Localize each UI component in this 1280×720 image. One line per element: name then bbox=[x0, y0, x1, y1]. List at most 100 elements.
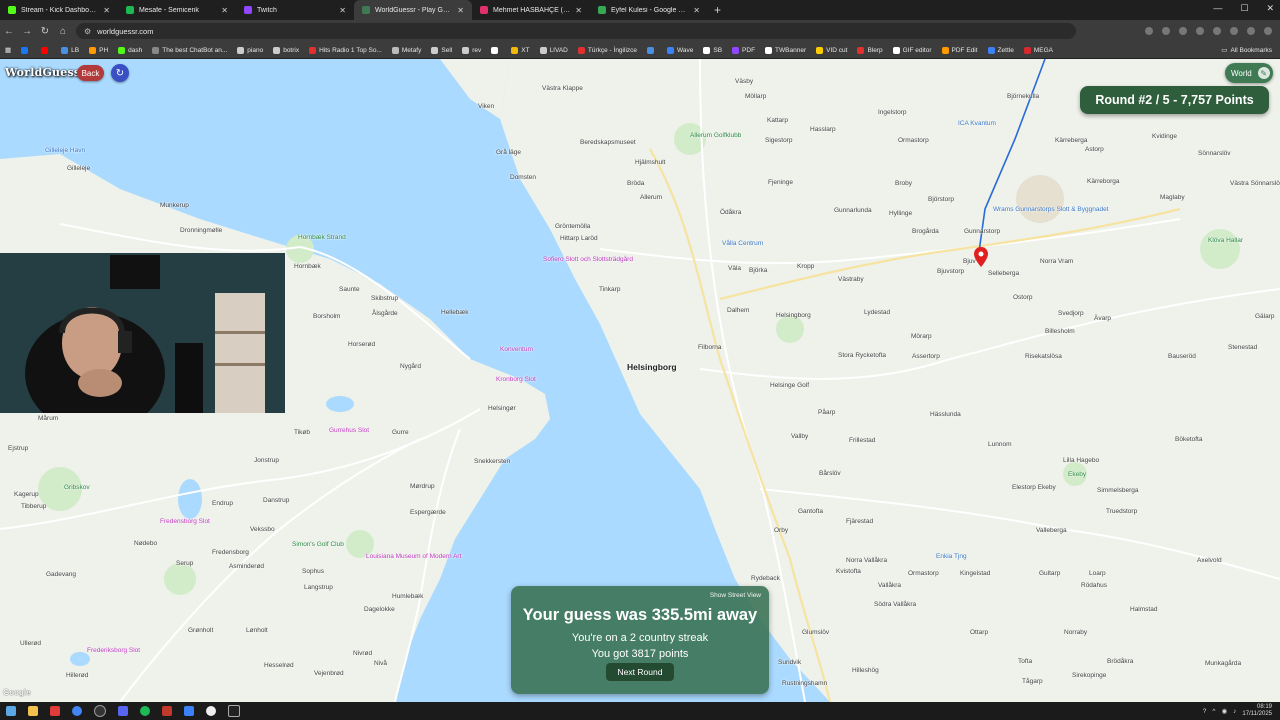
map-place-label: Dagelokke bbox=[364, 606, 395, 613]
browser-tab[interactable]: Twitch ✕ bbox=[236, 0, 354, 20]
bookmark-item[interactable] bbox=[642, 46, 662, 54]
bookmark-item[interactable]: MEGA bbox=[1019, 46, 1058, 54]
app-icon[interactable] bbox=[50, 706, 60, 716]
discord-icon[interactable] bbox=[118, 706, 128, 716]
extension-icon[interactable] bbox=[1179, 27, 1187, 35]
map-place-label: Västra Klappe bbox=[542, 85, 583, 92]
url-field[interactable]: ⚙ worldguessr.com bbox=[76, 23, 1076, 39]
bookmark-item[interactable]: Hits Radio 1 Top So... bbox=[304, 46, 387, 54]
close-tab-icon[interactable]: ✕ bbox=[575, 6, 582, 15]
bookmark-item[interactable]: Blerp bbox=[852, 46, 887, 54]
map-place-label: Nødebo bbox=[134, 540, 158, 547]
bookmark-favicon-icon bbox=[462, 46, 470, 54]
map-place-label: Assertorp bbox=[912, 353, 940, 360]
browser-tab[interactable]: WorldGuessr - Play Geoguessr ✕ bbox=[354, 0, 472, 20]
map-place-label: Ullerød bbox=[20, 640, 41, 647]
map-selector-button[interactable]: World ✎ bbox=[1225, 63, 1273, 83]
tab-favicon-icon bbox=[480, 6, 488, 14]
bookmark-item[interactable]: PDF bbox=[727, 46, 760, 54]
bookmark-item[interactable]: LIVAD bbox=[535, 46, 573, 54]
worldguessr-logo[interactable]: WorldGuessr bbox=[5, 66, 86, 79]
site-info-icon[interactable]: ⚙ bbox=[84, 27, 91, 36]
map-place-label: Gröntemölla bbox=[555, 223, 591, 230]
show-street-view-button[interactable]: Show Street View bbox=[710, 592, 761, 599]
bookmark-item[interactable]: VID cut bbox=[811, 46, 852, 54]
extension-icon[interactable] bbox=[1230, 27, 1238, 35]
app-icon[interactable] bbox=[206, 706, 216, 716]
bookmark-item[interactable]: SB bbox=[698, 46, 727, 54]
new-tab-button[interactable]: + bbox=[708, 3, 727, 17]
volume-icon[interactable]: ♪ bbox=[1233, 708, 1236, 715]
bookmark-item[interactable]: Wave bbox=[662, 46, 698, 54]
bookmark-item[interactable]: Metafy bbox=[387, 46, 427, 54]
bookmark-item[interactable] bbox=[486, 46, 506, 54]
bookmark-item[interactable]: dash bbox=[113, 46, 147, 54]
bookmark-item[interactable]: Türkçe - İngilizce bbox=[573, 46, 642, 54]
bookmark-item[interactable]: LB bbox=[56, 46, 84, 54]
bookmark-item[interactable]: Sell bbox=[426, 46, 457, 54]
tab-favicon-icon bbox=[126, 6, 134, 14]
app-icon[interactable] bbox=[162, 706, 172, 716]
clock[interactable]: 08:19 17/11/2025 bbox=[1242, 704, 1272, 718]
map-place-label: Dronningmølle bbox=[180, 227, 223, 234]
bookmark-item[interactable] bbox=[16, 46, 36, 54]
menu-icon[interactable] bbox=[1264, 27, 1272, 35]
bookmark-item[interactable]: piano bbox=[232, 46, 268, 54]
bookmark-item[interactable]: TWBanner bbox=[760, 46, 811, 54]
obs-icon[interactable] bbox=[94, 705, 106, 717]
map-place-label: Filborna bbox=[698, 344, 722, 351]
back-nav-icon[interactable]: ← bbox=[0, 26, 18, 37]
bookmark-item[interactable]: PDF Edit bbox=[937, 46, 983, 54]
bookmark-item[interactable]: botrix bbox=[268, 46, 304, 54]
app-icon[interactable] bbox=[228, 705, 240, 717]
extension-icon[interactable] bbox=[1213, 27, 1221, 35]
chevron-up-icon[interactable]: ^ bbox=[1212, 708, 1215, 715]
back-button[interactable]: Back bbox=[77, 65, 104, 81]
address-bar-row: ← → ↻ ⌂ ⚙ worldguessr.com bbox=[0, 20, 1280, 42]
bookmark-item[interactable]: rev bbox=[457, 46, 486, 54]
close-tab-icon[interactable]: ✕ bbox=[457, 6, 464, 15]
close-tab-icon[interactable]: ✕ bbox=[339, 6, 346, 15]
close-tab-icon[interactable]: ✕ bbox=[103, 6, 110, 15]
next-round-button[interactable]: Next Round bbox=[606, 663, 674, 681]
spotify-icon[interactable] bbox=[140, 706, 150, 716]
map-place-label: Konventum bbox=[500, 346, 533, 353]
browser-tab[interactable]: Stream - Kick Dashboard ✕ bbox=[0, 0, 118, 20]
chrome-icon[interactable] bbox=[72, 706, 82, 716]
file-explorer-icon[interactable] bbox=[28, 706, 38, 716]
reload-icon[interactable]: ↻ bbox=[36, 26, 54, 37]
home-icon[interactable]: ⌂ bbox=[54, 26, 72, 37]
browser-tab[interactable]: Mesafe - Semicenk ✕ bbox=[118, 0, 236, 20]
maximize-icon[interactable]: ☐ bbox=[1240, 3, 1248, 14]
profile-avatar-icon[interactable] bbox=[1247, 27, 1255, 35]
minimize-icon[interactable]: — bbox=[1213, 3, 1222, 14]
close-window-icon[interactable]: ✕ bbox=[1266, 3, 1274, 14]
close-tab-icon[interactable]: ✕ bbox=[221, 6, 228, 15]
bookmark-item[interactable]: GIF editor bbox=[888, 46, 937, 54]
browser-tab[interactable]: Mehmet HASBAHÇE (@mhsbh... ✕ bbox=[472, 0, 590, 20]
forward-nav-icon[interactable]: → bbox=[18, 26, 36, 37]
refresh-button[interactable]: ↻ bbox=[111, 64, 129, 82]
translate-icon[interactable] bbox=[1145, 27, 1153, 35]
bookmark-star-icon[interactable] bbox=[1162, 27, 1170, 35]
close-tab-icon[interactable]: ✕ bbox=[693, 6, 700, 15]
bookmark-item[interactable]: Zettle bbox=[983, 46, 1019, 54]
os-taskbar: ? ^ ◉ ♪ 08:19 17/11/2025 bbox=[0, 702, 1280, 720]
start-icon[interactable] bbox=[6, 706, 16, 716]
map-place-label: Bröda bbox=[627, 180, 645, 187]
bookmark-item[interactable]: XT bbox=[506, 46, 534, 54]
app-icon[interactable] bbox=[184, 706, 194, 716]
network-icon[interactable]: ◉ bbox=[1221, 707, 1227, 715]
browser-tab[interactable]: Eyfel Kulesi - Google Haritalar ✕ bbox=[590, 0, 708, 20]
bookmark-item[interactable]: The best ChatBot an... bbox=[147, 46, 232, 54]
apps-icon[interactable]: ▦ bbox=[0, 46, 16, 54]
map-place-label: Fredensborg Slot bbox=[160, 518, 210, 525]
map-place-label: Louisiana Museum of Modern Art bbox=[366, 553, 462, 560]
bookmark-item[interactable]: PH bbox=[84, 46, 113, 54]
extension-icon[interactable] bbox=[1196, 27, 1204, 35]
bookmark-label: Zettle bbox=[997, 46, 1014, 54]
all-bookmarks-button[interactable]: ▭ All Bookmarks bbox=[1216, 46, 1280, 55]
bookmark-item[interactable] bbox=[36, 46, 56, 54]
help-icon[interactable]: ? bbox=[1203, 708, 1207, 715]
tab-favicon-icon bbox=[598, 6, 606, 14]
